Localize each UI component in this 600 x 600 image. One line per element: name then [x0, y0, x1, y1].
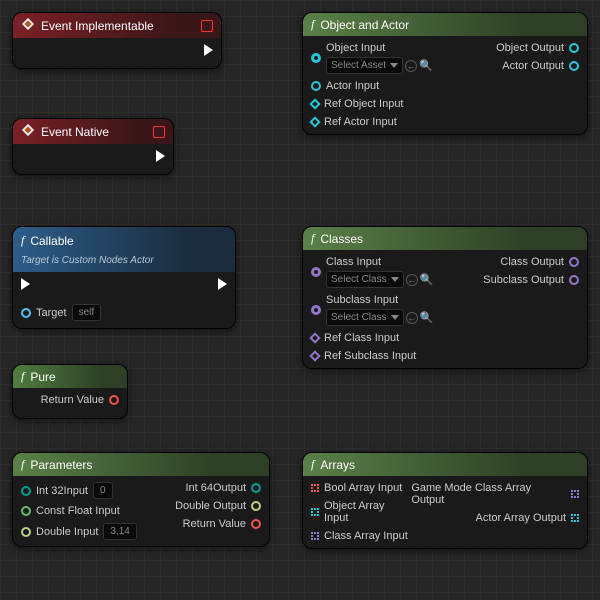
const-float-input-pin[interactable]: Const Float Input: [21, 505, 137, 517]
select-subclass-dropdown[interactable]: Select Class: [326, 309, 404, 326]
object-input-pin[interactable]: Object Input Select Asset←🔍: [311, 42, 433, 74]
object-array-input-pin[interactable]: Object Array Input: [311, 500, 411, 524]
function-icon: f: [21, 369, 24, 384]
exec-out-pin[interactable]: [156, 150, 165, 162]
class-output-pin[interactable]: Class Output: [500, 256, 579, 268]
node-parameters[interactable]: f Parameters Int 32Input0 Const Float In…: [12, 452, 270, 547]
search-icon[interactable]: 🔍: [420, 273, 434, 286]
ref-class-input-pin[interactable]: Ref Class Input: [311, 332, 433, 344]
title: Pure: [30, 370, 55, 384]
double-input-field[interactable]: 3,14: [103, 523, 136, 540]
node-header: Event Native: [13, 119, 173, 144]
title: Callable: [30, 234, 73, 248]
function-icon: f: [311, 457, 314, 472]
node-pure[interactable]: f Pure Return Value: [12, 364, 128, 419]
subclass-input-pin[interactable]: Subclass Input Select Class←🔍: [311, 294, 433, 326]
node-body: [13, 144, 173, 174]
breakpoint-icon[interactable]: [153, 126, 165, 138]
node-classes[interactable]: f Classes Class Input Select Class←🔍 Sub…: [302, 226, 588, 369]
object-output-pin[interactable]: Object Output: [496, 42, 579, 54]
gamemode-array-output-pin[interactable]: Game Mode Class Array Output: [411, 482, 579, 506]
node-header: f Pure: [13, 365, 127, 388]
node-body: Int 32Input0 Const Float Input Double In…: [13, 476, 269, 546]
node-body: Bool Array Input Object Array Input Clas…: [303, 476, 587, 548]
title: Event Implementable: [41, 19, 154, 33]
title: Arrays: [320, 458, 355, 472]
return-value-pin[interactable]: Return Value: [41, 394, 119, 406]
chevron-down-icon: [390, 63, 398, 68]
ref-subclass-input-pin[interactable]: Ref Subclass Input: [311, 350, 433, 362]
node-header: f Callable Target is Custom Nodes Actor: [13, 227, 235, 272]
node-body: Return Value: [13, 388, 127, 418]
double-input-pin[interactable]: Double Input3,14: [21, 523, 137, 540]
node-arrays[interactable]: f Arrays Bool Array Input Object Array I…: [302, 452, 588, 549]
title: Event Native: [41, 125, 109, 139]
target-pin[interactable]: Targetself: [21, 304, 101, 321]
add-icon[interactable]: ←: [406, 274, 418, 286]
title: Classes: [320, 232, 363, 246]
search-icon[interactable]: 🔍: [420, 311, 434, 324]
function-icon: f: [311, 17, 314, 32]
ref-actor-input-pin[interactable]: Ref Actor Input: [311, 116, 433, 128]
double-output-pin[interactable]: Double Output: [175, 500, 261, 512]
exec-out-pin[interactable]: [204, 44, 213, 56]
title: Object and Actor: [320, 18, 409, 32]
node-header: f Arrays: [303, 453, 587, 476]
return-value-pin[interactable]: Return Value: [183, 518, 261, 530]
add-icon[interactable]: ←: [406, 312, 418, 324]
select-asset-dropdown[interactable]: Select Asset: [326, 57, 403, 74]
exec-in-pin[interactable]: [21, 278, 30, 290]
node-event-implementable[interactable]: Event Implementable: [12, 12, 222, 69]
add-icon[interactable]: ←: [405, 60, 417, 72]
subtitle: Target is Custom Nodes Actor: [21, 255, 154, 266]
node-object-and-actor[interactable]: f Object and Actor Object Input Select A…: [302, 12, 588, 135]
class-array-input-pin[interactable]: Class Array Input: [311, 530, 411, 542]
bool-array-input-pin[interactable]: Bool Array Input: [311, 482, 411, 494]
title: Parameters: [30, 458, 92, 472]
function-icon: f: [311, 231, 314, 246]
event-icon: [21, 17, 35, 34]
int32-input-pin[interactable]: Int 32Input0: [21, 482, 137, 499]
node-body: Targetself: [13, 272, 235, 328]
int32-input-field[interactable]: 0: [93, 482, 113, 499]
breakpoint-icon[interactable]: [201, 20, 213, 32]
actor-output-pin[interactable]: Actor Output: [502, 60, 579, 72]
node-callable[interactable]: f Callable Target is Custom Nodes Actor T…: [12, 226, 236, 329]
node-body: Object Input Select Asset←🔍 Actor Input …: [303, 36, 587, 134]
node-body: Class Input Select Class←🔍 Subclass Inpu…: [303, 250, 587, 368]
subclass-output-pin[interactable]: Subclass Output: [483, 274, 579, 286]
node-header: f Classes: [303, 227, 587, 250]
node-header: f Parameters: [13, 453, 269, 476]
function-icon: f: [21, 457, 24, 472]
actor-array-output-pin[interactable]: Actor Array Output: [476, 512, 579, 524]
function-icon: f: [21, 233, 24, 248]
exec-out-pin[interactable]: [218, 278, 227, 290]
node-body: [13, 38, 221, 68]
search-icon[interactable]: 🔍: [419, 59, 433, 72]
int64-output-pin[interactable]: Int 64Output: [185, 482, 261, 494]
event-icon: [21, 123, 35, 140]
node-header: Event Implementable: [13, 13, 221, 38]
chevron-down-icon: [391, 277, 399, 282]
node-header: f Object and Actor: [303, 13, 587, 36]
ref-object-input-pin[interactable]: Ref Object Input: [311, 98, 433, 110]
chevron-down-icon: [391, 315, 399, 320]
class-input-pin[interactable]: Class Input Select Class←🔍: [311, 256, 433, 288]
node-event-native[interactable]: Event Native: [12, 118, 174, 175]
target-self-input[interactable]: self: [72, 304, 102, 321]
actor-input-pin[interactable]: Actor Input: [311, 80, 433, 92]
select-class-dropdown[interactable]: Select Class: [326, 271, 404, 288]
